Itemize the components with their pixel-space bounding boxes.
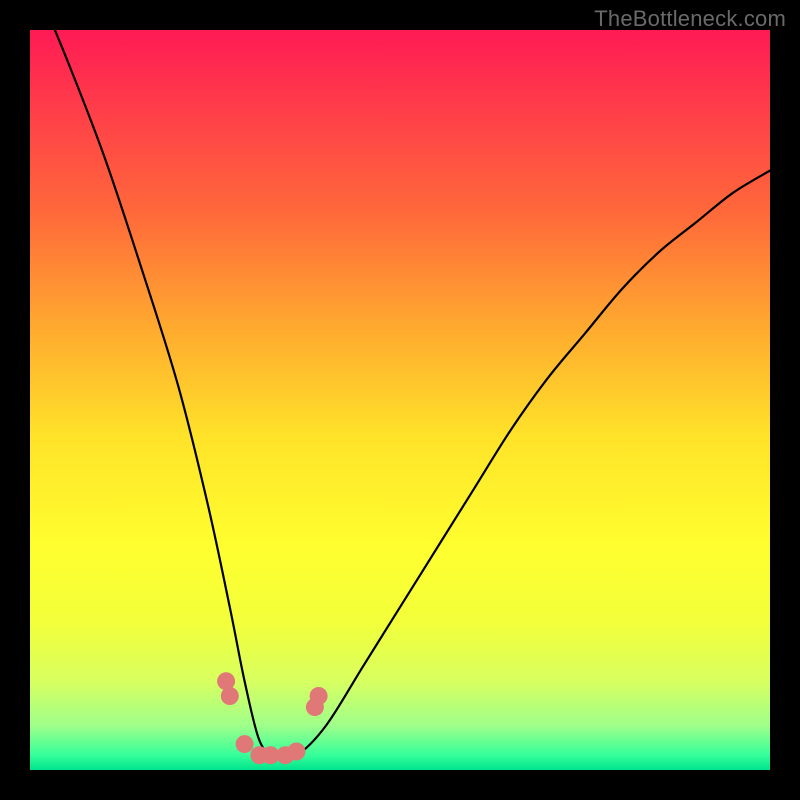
highlight-dot <box>310 687 328 705</box>
highlight-dot <box>221 687 239 705</box>
bottleneck-curve <box>30 30 770 758</box>
highlight-dot <box>236 735 254 753</box>
highlight-dot <box>287 743 305 761</box>
plot-area <box>30 30 770 770</box>
chart-frame: TheBottleneck.com <box>0 0 800 800</box>
watermark-text: TheBottleneck.com <box>594 6 786 32</box>
curve-svg <box>30 30 770 770</box>
highlight-dots <box>217 672 328 764</box>
